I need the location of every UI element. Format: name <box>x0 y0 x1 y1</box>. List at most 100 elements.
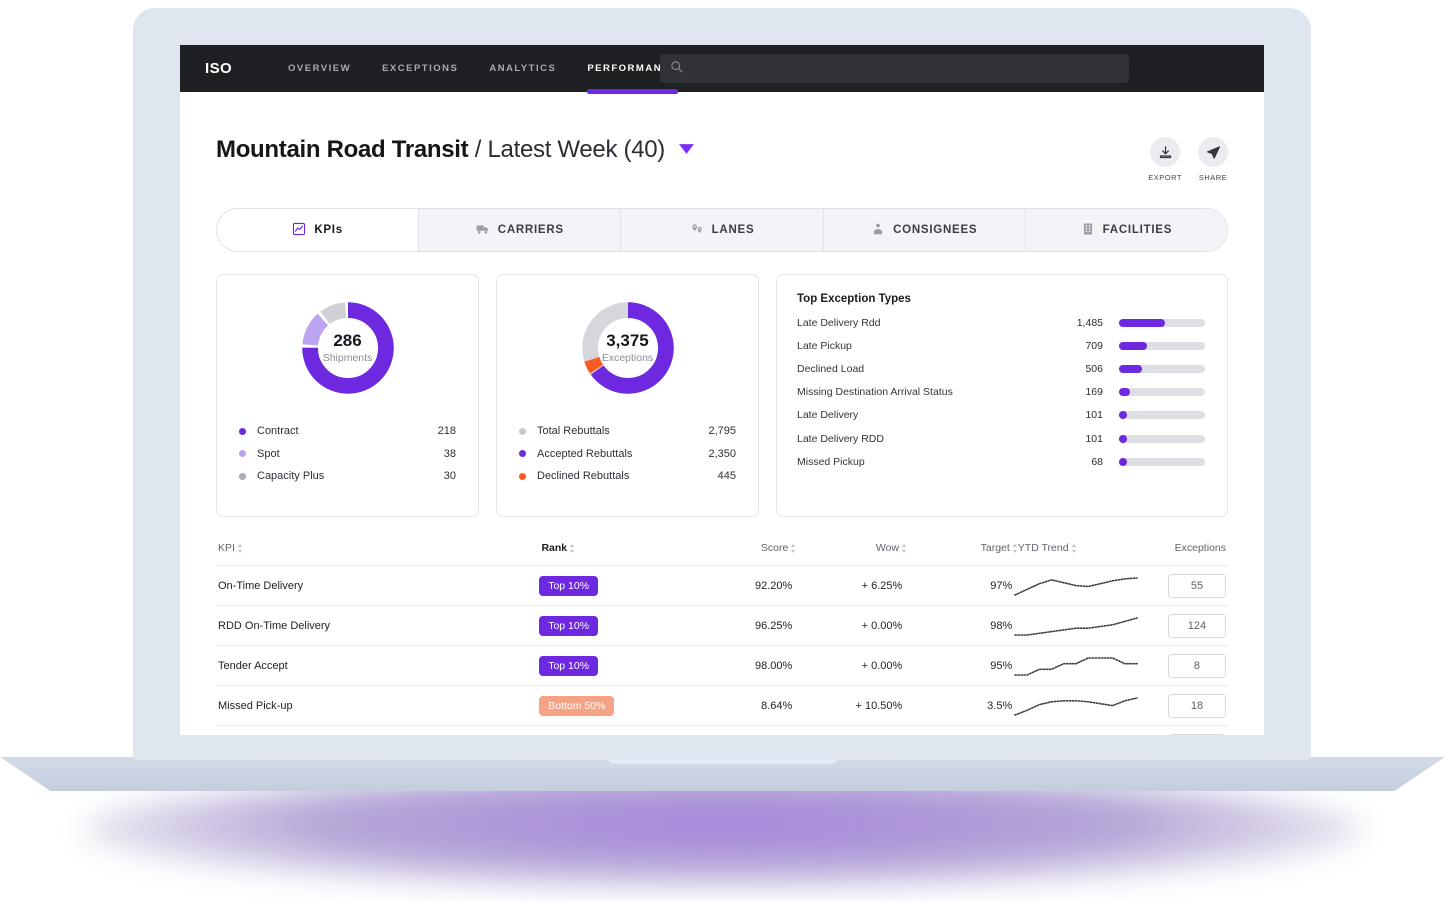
status-badge[interactable]: Top 10% <box>539 655 599 676</box>
page-title-separator: / <box>468 136 488 163</box>
export-label: EXPORT <box>1148 173 1182 182</box>
exceptions-total: 3,375 <box>606 331 649 351</box>
share-button[interactable]: SHARE <box>1198 137 1228 182</box>
share-label: SHARE <box>1198 173 1228 182</box>
route-icon <box>690 222 704 239</box>
column-header-exceptions: Exceptions <box>1175 542 1226 554</box>
status-badge[interactable]: Bottom 50% <box>539 695 615 716</box>
column-header-score[interactable]: Score <box>690 542 796 554</box>
sort-icon[interactable] <box>1071 543 1077 553</box>
cell-wow: + 0.00% <box>861 659 903 672</box>
tab-lanes[interactable]: LANES <box>621 209 824 251</box>
table-row[interactable]: RDD On-Time Delivery Top 10% 96.25% + 0.00%… <box>216 606 1228 646</box>
exception-type-bar-fill <box>1119 388 1131 397</box>
column-label: Score <box>760 542 789 554</box>
exception-type-bar-track <box>1119 388 1205 397</box>
column-label: Target <box>980 542 1010 554</box>
sort-icon[interactable] <box>570 543 575 553</box>
cell-ytd-trend <box>1012 613 1168 639</box>
exceptions-chip[interactable]: 18 <box>1167 693 1226 718</box>
shipments-donut-center: 286 Shipments <box>298 298 398 398</box>
chart-line-icon <box>292 222 306 239</box>
status-badge[interactable]: Top 10% <box>539 615 599 636</box>
cell-ytd-trend <box>1012 573 1168 599</box>
primary-nav: OVERVIEW EXCEPTIONS ANALYTICS PERFORMANC… <box>288 45 709 94</box>
tab-consignees[interactable]: CONSIGNEES <box>823 209 1026 251</box>
sort-icon[interactable] <box>1012 543 1018 553</box>
exception-type-row[interactable]: Late Pickup 709 <box>797 334 1205 357</box>
exception-type-bar-fill <box>1119 411 1127 420</box>
cell-target: 3.5% <box>987 699 1013 712</box>
column-header-kpi[interactable]: KPI <box>218 542 541 554</box>
exception-type-row[interactable]: Late Delivery Rdd 1,485 <box>797 311 1205 334</box>
legend-label: Contract <box>257 425 299 438</box>
legend-item[interactable]: Capacity Plus 30 <box>239 465 456 488</box>
exceptions-chip[interactable]: 124 <box>1167 613 1226 638</box>
exception-type-row[interactable]: Late Delivery RDD 101 <box>797 427 1205 450</box>
sort-icon[interactable] <box>237 543 243 553</box>
header-actions: EXPORT SHARE <box>1148 135 1228 182</box>
nav-item-overview[interactable]: OVERVIEW <box>288 45 351 92</box>
legend-item[interactable]: Accepted Rebuttals 2,350 <box>519 443 736 466</box>
exceptions-donut-wrap: 3,375 Exceptions <box>497 275 758 398</box>
legend-item[interactable]: Spot 38 <box>239 443 456 466</box>
nav-item-analytics[interactable]: ANALYTICS <box>489 45 556 92</box>
search-bar[interactable] <box>660 54 1129 83</box>
cell-kpi-name: On-Time Delivery <box>218 579 304 592</box>
brand-logo[interactable]: ISO <box>205 60 232 77</box>
legend-value: 218 <box>437 425 456 438</box>
tab-kpis[interactable]: KPIs <box>217 209 420 251</box>
legend-item[interactable]: Total Rebuttals 2,795 <box>519 420 736 443</box>
tab-carriers[interactable]: CARRIERS <box>419 209 622 251</box>
column-header-ytd-trend[interactable]: YTD Trend <box>1018 542 1175 554</box>
legend-value: 445 <box>717 470 736 483</box>
exception-type-bar-track <box>1119 411 1205 420</box>
exceptions-card: 3,375 Exceptions Total Rebuttals 2,795 A… <box>496 274 759 517</box>
column-header-target[interactable]: Target <box>907 542 1018 554</box>
cell-exceptions: 8 <box>1167 653 1226 678</box>
exception-type-row[interactable]: Missing Destination Arrival Status 169 <box>797 381 1205 404</box>
status-badge[interactable]: Top 10% <box>539 575 599 596</box>
legend-label: Accepted Rebuttals <box>537 447 633 460</box>
legend-item[interactable]: Declined Rebuttals 445 <box>519 465 736 488</box>
page-title: Mountain Road Transit / Latest Week (40) <box>216 135 695 163</box>
exception-type-row[interactable]: Missed Pickup 68 <box>797 450 1205 473</box>
exceptions-chip[interactable]: 9 <box>1167 733 1226 735</box>
sort-icon[interactable] <box>791 543 796 553</box>
sort-icon[interactable] <box>902 543 907 553</box>
exception-type-count: 101 <box>1085 409 1103 422</box>
exception-type-count: 1,485 <box>1076 316 1103 329</box>
tab-facilities[interactable]: FACILITIES <box>1025 209 1227 251</box>
nav-item-exceptions[interactable]: EXCEPTIONS <box>382 45 458 92</box>
legend-item[interactable]: Contract 218 <box>239 420 456 443</box>
legend-value: 2,350 <box>708 447 736 460</box>
send-icon <box>1198 137 1228 167</box>
screenshot-root: ISO OVERVIEW EXCEPTIONS ANALYTICS PERFOR… <box>0 0 1445 901</box>
search-input[interactable] <box>691 62 1119 75</box>
legend-dot-contract <box>239 427 246 435</box>
exception-type-row[interactable]: Declined Load 506 <box>797 357 1205 380</box>
truck-icon <box>476 222 490 239</box>
column-header-wow[interactable]: Wow <box>796 542 907 554</box>
kpi-table: KPI Rank Score Wow Target YTD Trend Exce… <box>216 542 1228 735</box>
cell-wow: + 6.25% <box>861 579 903 592</box>
exceptions-chip[interactable]: 8 <box>1167 653 1226 678</box>
tab-carriers-label: CARRIERS <box>497 224 564 236</box>
exception-type-row[interactable]: Late Delivery 101 <box>797 404 1205 427</box>
top-exception-types-title: Top Exception Types <box>797 293 911 305</box>
cell-kpi-name: Missed Pick-up <box>218 699 293 712</box>
top-exception-types-card: Top Exception Types Late Delivery Rdd 1,4… <box>776 274 1228 517</box>
table-row[interactable]: Missed Pick-up Bottom 50% 8.64% + 10.50% 3.5… <box>216 686 1228 726</box>
table-row[interactable]: On-Time Delivery Top 10% 92.20% + 6.25% 97% 5… <box>216 566 1228 606</box>
sparkline-chart <box>1014 696 1139 716</box>
table-row[interactable]: On-Time Pick-upTop 25%91.26%+ 1.50%96%9 <box>216 726 1228 735</box>
cell-exceptions: 18 <box>1167 693 1226 718</box>
exceptions-chip[interactable]: 55 <box>1167 573 1226 598</box>
exception-type-bar-track <box>1119 457 1205 466</box>
caret-down-icon[interactable] <box>679 135 695 159</box>
exception-type-label: Late Delivery <box>797 409 859 422</box>
export-button[interactable]: EXPORT <box>1148 137 1182 182</box>
table-row[interactable]: Tender Accept Top 10% 98.00% + 0.00% 95% 8 <box>216 646 1228 686</box>
sparkline-chart <box>1012 733 1140 736</box>
column-header-rank[interactable]: Rank <box>541 542 690 554</box>
